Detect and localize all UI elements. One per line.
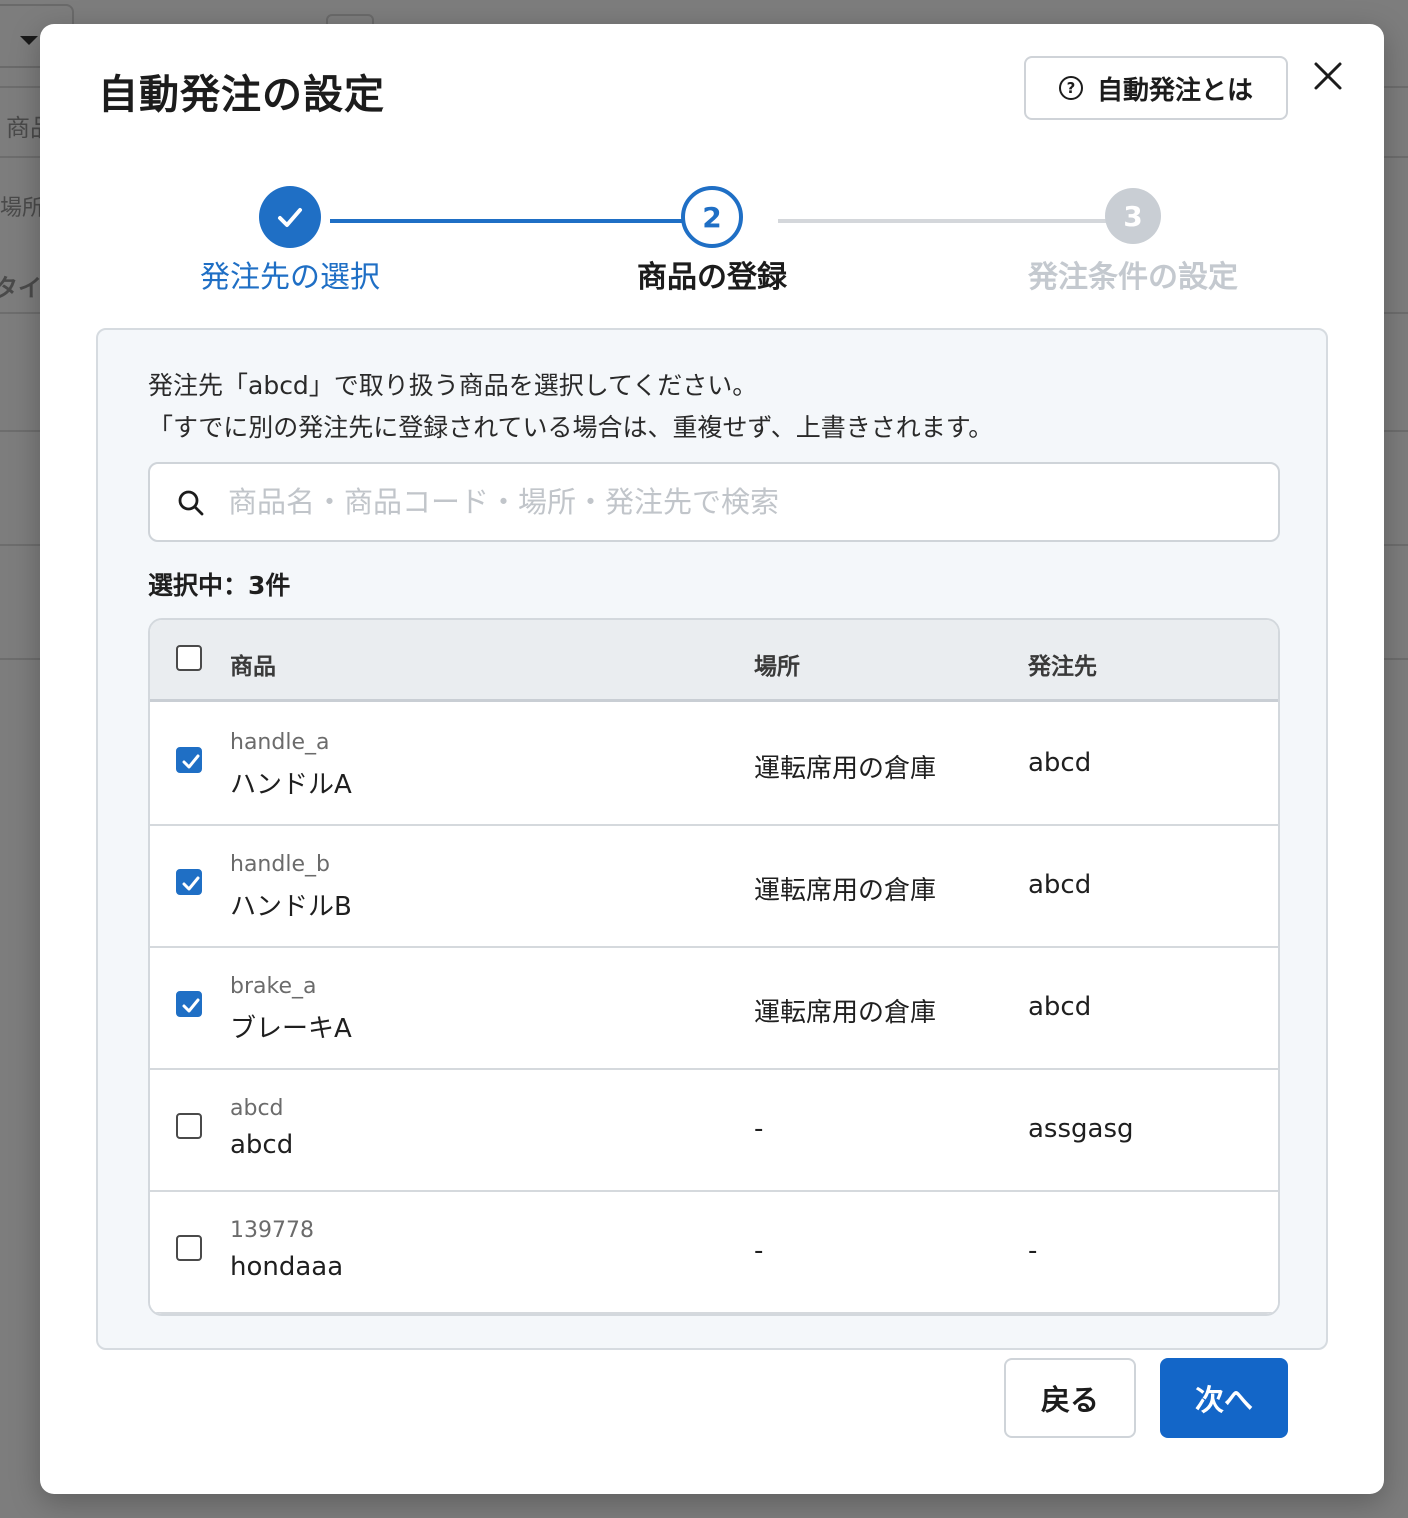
step-3-indicator: 3	[1105, 188, 1161, 244]
product-place: 運転席用の倉庫	[754, 754, 937, 784]
stepper-connector-completed	[330, 219, 724, 223]
overwrite-note-text: 「すでに別の発注先に登録されている場合は、重複せず、上書きされます。	[148, 413, 994, 442]
product-name: hondaaa	[230, 1252, 344, 1282]
product-code: handle_b	[230, 852, 330, 877]
table-row[interactable]: handle_b ハンドルB 運転席用の倉庫 abcd	[150, 826, 1278, 948]
step-1-indicator	[259, 186, 321, 248]
product-code: brake_a	[230, 974, 317, 999]
product-name: ハンドルA	[230, 770, 352, 800]
close-icon	[1314, 62, 1342, 90]
what-is-auto-order-button[interactable]: ? 自動発注とは	[1024, 56, 1288, 120]
table-header: 商品 場所 発注先	[150, 620, 1278, 702]
select-all-checkbox[interactable]	[176, 645, 202, 671]
table-row[interactable]: abcd abcd - assgasg	[150, 1070, 1278, 1192]
auto-order-settings-dialog: 自動発注の設定 ? 自動発注とは 2 3 発注先の選択 商品の登録 発注条件の設…	[40, 24, 1384, 1494]
row-checkbox[interactable]	[176, 1235, 202, 1261]
column-header-place: 場所	[754, 654, 800, 680]
next-button[interactable]: 次へ	[1160, 1358, 1288, 1438]
help-button-label: 自動発注とは	[1096, 75, 1253, 106]
dialog-title: 自動発注の設定	[98, 72, 385, 118]
search-input[interactable]	[228, 474, 1258, 530]
search-box	[148, 462, 1280, 542]
product-code: abcd	[230, 1096, 284, 1121]
table-row[interactable]: brake_a ブレーキA 運転席用の倉庫 abcd	[150, 948, 1278, 1070]
checkmark-icon	[182, 876, 200, 891]
product-place: 運転席用の倉庫	[754, 876, 937, 906]
row-checkbox[interactable]	[176, 869, 202, 895]
background-text-type: タイ	[0, 274, 42, 302]
product-vendor: -	[1028, 1236, 1038, 1266]
stepper-connector-pending	[778, 219, 1148, 223]
step-3-label: 発注条件の設定	[1028, 260, 1238, 295]
product-vendor: abcd	[1028, 748, 1092, 778]
column-header-product: 商品	[230, 654, 276, 680]
product-code: 139778	[230, 1218, 314, 1243]
column-header-vendor: 発注先	[1028, 654, 1097, 680]
product-table: 商品 場所 発注先 handle_a ハンドルA 運転席用の倉庫 abcd ha…	[148, 618, 1280, 1316]
product-selection-panel: 発注先「abcd」で取り扱う商品を選択してください。 「すでに別の発注先に登録さ…	[96, 328, 1328, 1350]
table-body: handle_a ハンドルA 運転席用の倉庫 abcd handle_b ハンド…	[150, 704, 1278, 1314]
background-text-place: 場所	[0, 196, 45, 221]
check-icon	[278, 208, 302, 227]
product-vendor: assgasg	[1028, 1114, 1134, 1144]
product-name: ブレーキA	[230, 1014, 352, 1044]
product-code: handle_a	[230, 730, 330, 755]
checkmark-icon	[182, 998, 200, 1013]
row-checkbox[interactable]	[176, 991, 202, 1017]
product-name: ハンドルB	[230, 892, 352, 922]
step-2-indicator: 2	[681, 186, 743, 248]
question-circle-icon: ?	[1058, 76, 1083, 100]
row-checkbox[interactable]	[176, 1113, 202, 1139]
product-name: abcd	[230, 1130, 294, 1160]
close-button[interactable]	[1306, 54, 1350, 98]
product-place: -	[754, 1114, 764, 1144]
step-2-label: 商品の登録	[637, 260, 787, 295]
table-row[interactable]: 139778 hondaaa - -	[150, 1192, 1278, 1314]
background-dropdown-arrow-icon	[20, 36, 38, 45]
instruction-text: 発注先「abcd」で取り扱う商品を選択してください。	[148, 371, 758, 400]
checkmark-icon	[182, 754, 200, 769]
product-vendor: abcd	[1028, 992, 1092, 1022]
back-button[interactable]: 戻る	[1004, 1358, 1136, 1438]
step-1-label: 発注先の選択	[200, 260, 380, 295]
product-place: -	[754, 1236, 764, 1266]
selected-count: 選択中：3件	[148, 571, 291, 600]
search-icon	[178, 490, 204, 516]
row-checkbox[interactable]	[176, 747, 202, 773]
product-vendor: abcd	[1028, 870, 1092, 900]
product-place: 運転席用の倉庫	[754, 998, 937, 1028]
table-row[interactable]: handle_a ハンドルA 運転席用の倉庫 abcd	[150, 704, 1278, 826]
